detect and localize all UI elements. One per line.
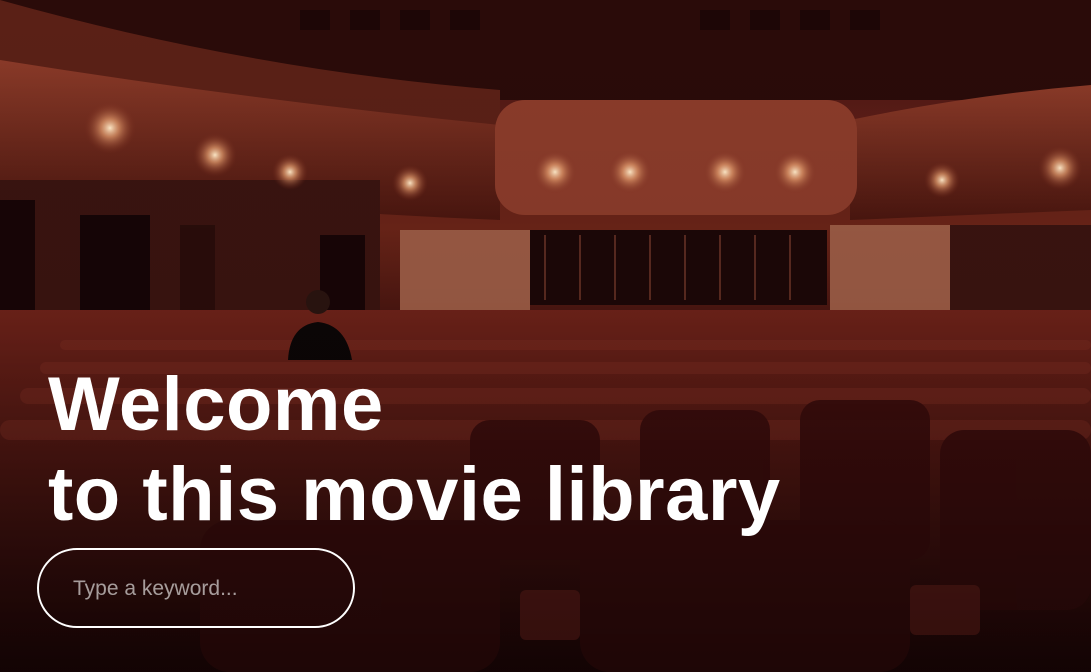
hero-content: Welcome to this movie library — [48, 360, 781, 540]
hero-title-line1: Welcome — [48, 362, 384, 447]
hero-section: Welcome to this movie library — [0, 0, 1091, 672]
hero-title: Welcome to this movie library — [48, 360, 781, 540]
search-input[interactable] — [71, 550, 345, 628]
search-box[interactable] — [37, 548, 355, 628]
hero-title-line2: to this movie library — [48, 452, 781, 537]
